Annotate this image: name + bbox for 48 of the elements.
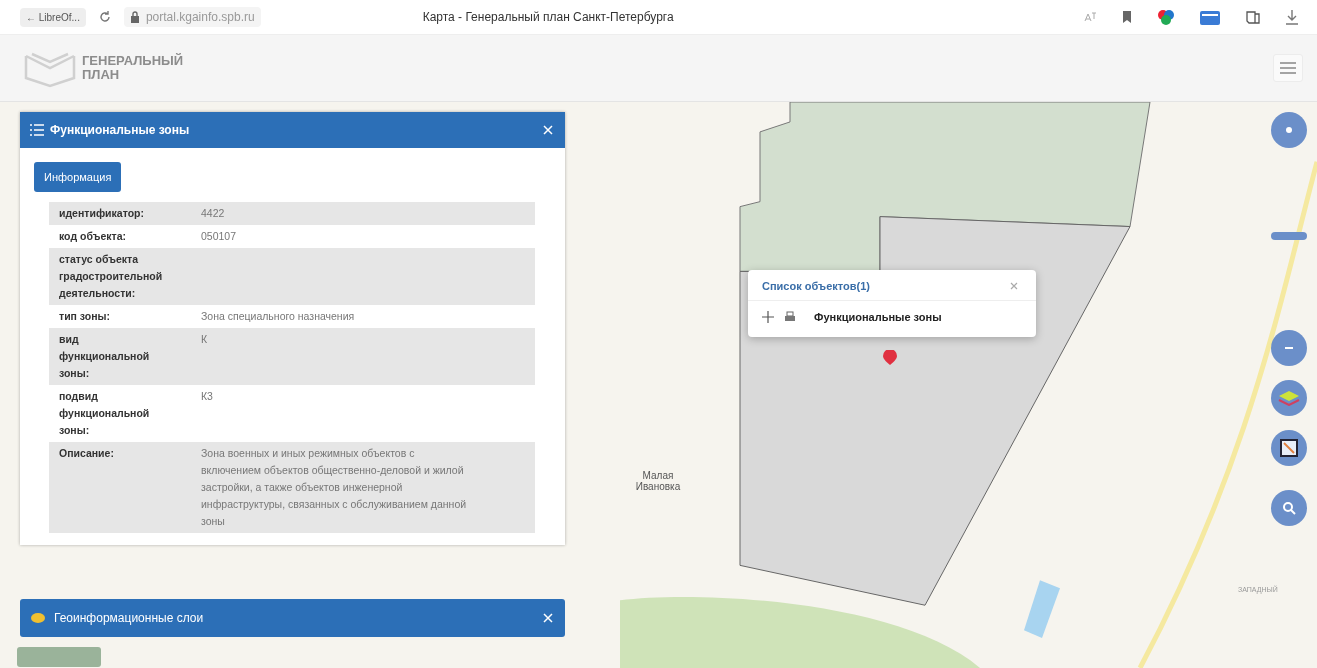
list-icon — [30, 124, 44, 136]
map-label: Малая Ивановка — [634, 470, 682, 492]
bookmark-icon[interactable] — [1121, 10, 1133, 24]
search-icon — [1282, 501, 1296, 515]
field-label: Описание: — [59, 446, 115, 461]
object-list-item[interactable]: Функциональные зоны — [814, 311, 942, 323]
map-marker-icon[interactable] — [882, 350, 898, 366]
wallet-icon[interactable] — [1199, 8, 1221, 26]
back-button[interactable]: ← LibreOf... — [20, 7, 86, 27]
info-tab[interactable]: Информация — [34, 162, 122, 192]
panel-title: Функциональные зоны — [50, 123, 191, 137]
close-button[interactable] — [541, 611, 555, 625]
field-value: К — [200, 332, 209, 347]
field-value: 4422 — [200, 206, 226, 221]
dot-icon — [1286, 127, 1292, 133]
field-label: идентификатор: — [59, 206, 145, 221]
lock-icon — [129, 11, 140, 23]
close-button[interactable] — [1008, 280, 1020, 292]
extension-icon[interactable] — [1157, 8, 1175, 26]
close-button[interactable] — [541, 123, 555, 137]
layers-icon — [30, 612, 46, 624]
field-label: вид функциональной зоны: — [59, 332, 151, 381]
print-icon[interactable] — [784, 311, 796, 323]
reload-icon[interactable] — [97, 10, 112, 24]
field-label: тип зоны: — [59, 309, 112, 324]
zoom-slider-handle[interactable] — [1271, 232, 1307, 240]
field-label: код объекта: — [59, 229, 127, 244]
field-value: Зона специального назначения — [200, 309, 356, 324]
field-value: Зона военных и иных режимных объектов с включением объектов общественно-деловой и жилой застройки, а также объектов инженерной инфраструктуры, связанных с обслуживанием данной зоны — [200, 446, 468, 529]
menu-button[interactable] — [1273, 54, 1303, 82]
layers-icon — [1278, 390, 1300, 406]
logo-text: ГЕНЕРАЛЬНЫЙ ПЛАН — [82, 54, 184, 82]
layers-panel-header[interactable]: Геоинформационные слои — [20, 599, 565, 637]
reader-icon[interactable] — [1245, 9, 1261, 25]
panel-title: Геоинформационные слои — [54, 611, 205, 625]
move-icon[interactable] — [762, 311, 774, 323]
field-label: подвид функциональной зоны: — [59, 389, 151, 438]
minus-icon — [1285, 347, 1293, 349]
menu-icon — [1280, 62, 1296, 74]
field-value: К3 — [200, 389, 214, 404]
field-value: 050107 — [200, 229, 238, 244]
ruler-square-icon — [1280, 439, 1298, 457]
field-label: статус объекта градостроительной деятельности: — [59, 252, 164, 301]
map-toggle-button[interactable] — [17, 647, 101, 667]
page-title: Карта - Генеральный план Санкт-Петербурга — [422, 10, 675, 24]
download-icon[interactable] — [1285, 9, 1299, 25]
popup-title: Список объектов(1) — [762, 280, 870, 292]
address-field[interactable]: portal.kgainfo.spb.ru — [123, 7, 261, 27]
